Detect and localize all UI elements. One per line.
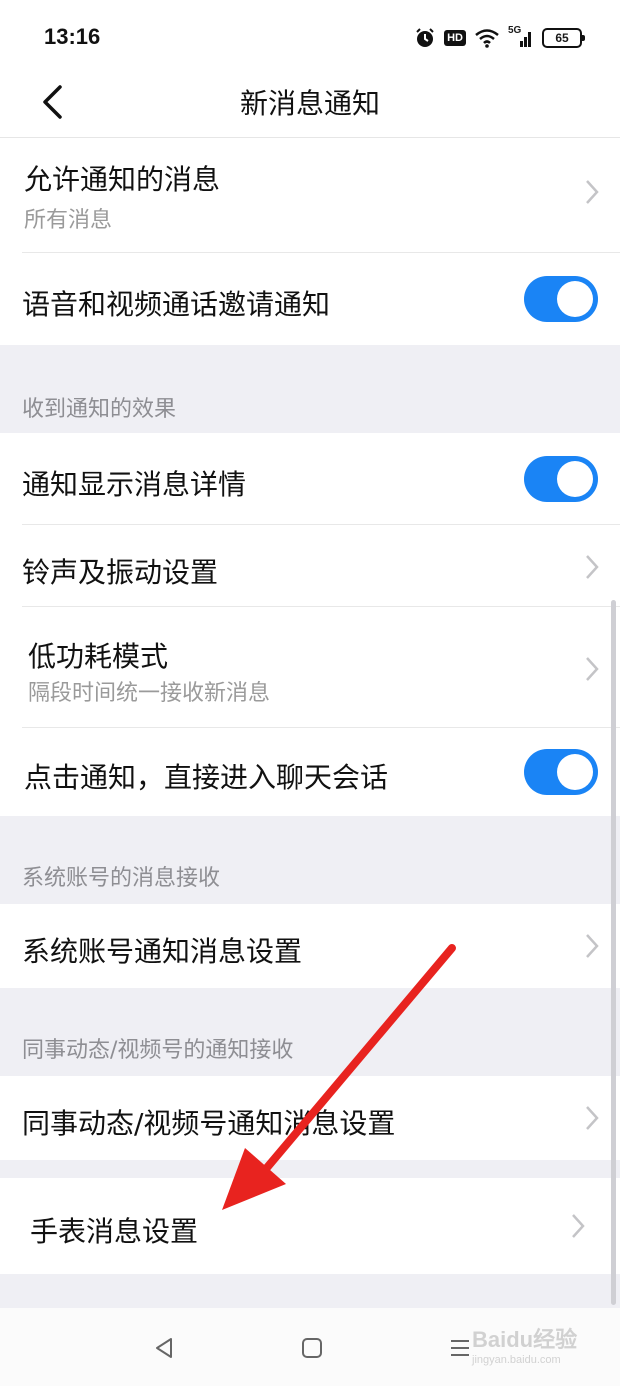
chevron-right-icon [586, 934, 599, 958]
toggle-knob [557, 281, 593, 317]
toggle-knob [557, 461, 593, 497]
section-header-moments: 同事动态/视频号的通知接收 [0, 988, 620, 1076]
chevron-right-icon [572, 1214, 585, 1238]
watermark-sub: jingyan.baidu.com [472, 1354, 561, 1366]
status-time: 13:16 [44, 24, 101, 49]
signal-icon: 5G [508, 25, 534, 49]
watch-label: 手表消息设置 [30, 1215, 199, 1248]
system-account-row[interactable]: 系统账号通知消息设置 [0, 904, 620, 988]
wifi-icon [475, 29, 499, 48]
section-header-system: 系统账号的消息接收 [0, 816, 620, 904]
chevron-right-icon [586, 180, 599, 204]
status-icons: HD 5G 65 [414, 24, 585, 52]
section-title-system: 系统账号的消息接收 [22, 866, 221, 891]
call-invite-label: 语音和视频通话邀请通知 [22, 288, 331, 321]
show-details-row: 通知显示消息详情 [0, 433, 620, 525]
system-account-label: 系统账号通知消息设置 [22, 935, 303, 968]
low-power-label: 低功耗模式 [28, 640, 169, 673]
section-header-effect: 收到通知的效果 [0, 345, 620, 433]
ringtone-label: 铃声及振动设置 [22, 556, 219, 589]
hd-icon: HD [444, 30, 466, 46]
alarm-icon [416, 28, 434, 47]
chevron-right-icon [586, 657, 599, 681]
low-power-description: 隔段时间统一接收新消息 [28, 681, 271, 706]
section-gap [0, 1160, 620, 1178]
tap-to-chat-label: 点击通知，直接进入聊天会话 [24, 761, 389, 794]
scrollbar[interactable] [611, 600, 616, 1305]
page-title: 新消息通知 [239, 87, 380, 120]
call-invite-row: 语音和视频通话邀请通知 [0, 253, 620, 345]
allowed-messages-value: 所有消息 [24, 208, 113, 233]
menu-lines-icon [451, 1340, 469, 1356]
watermark-main: Baidu经验 [472, 1327, 578, 1352]
section-gap [0, 1274, 620, 1308]
chevron-right-icon [586, 1106, 599, 1130]
chevron-right-icon [586, 555, 599, 579]
tap-to-chat-row: 点击通知，直接进入聊天会话 [0, 728, 620, 816]
tap-to-chat-toggle[interactable] [524, 749, 598, 795]
section-title-moments: 同事动态/视频号的通知接收 [22, 1038, 294, 1063]
back-triangle-icon [156, 1338, 172, 1358]
watch-row[interactable]: 手表消息设置 [0, 1178, 620, 1274]
moments-label: 同事动态/视频号通知消息设置 [22, 1107, 396, 1140]
allowed-messages-row[interactable]: 允许通知的消息 所有消息 [0, 138, 620, 253]
watermark-logo: Baidu经验 jingyan.baidu.com [472, 1322, 592, 1372]
allowed-messages-label: 允许通知的消息 [24, 163, 221, 196]
status-bar: 13:16 HD 5G 65 [0, 0, 620, 72]
header-bar: 新消息通知 [0, 72, 620, 138]
nav-back-button[interactable] [145, 1328, 185, 1368]
section-title-effect: 收到通知的效果 [22, 397, 177, 422]
moments-row[interactable]: 同事动态/视频号通知消息设置 [0, 1076, 620, 1160]
show-details-label: 通知显示消息详情 [22, 468, 247, 501]
home-square-icon [302, 1338, 322, 1358]
ringtone-row[interactable]: 铃声及振动设置 [0, 525, 620, 607]
show-details-toggle[interactable] [524, 456, 598, 502]
low-power-row[interactable]: 低功耗模式 隔段时间统一接收新消息 [0, 607, 620, 728]
battery-icon: 65 [542, 28, 585, 48]
nav-home-button[interactable] [292, 1328, 332, 1368]
call-invite-toggle[interactable] [524, 276, 598, 322]
toggle-knob [557, 754, 593, 790]
